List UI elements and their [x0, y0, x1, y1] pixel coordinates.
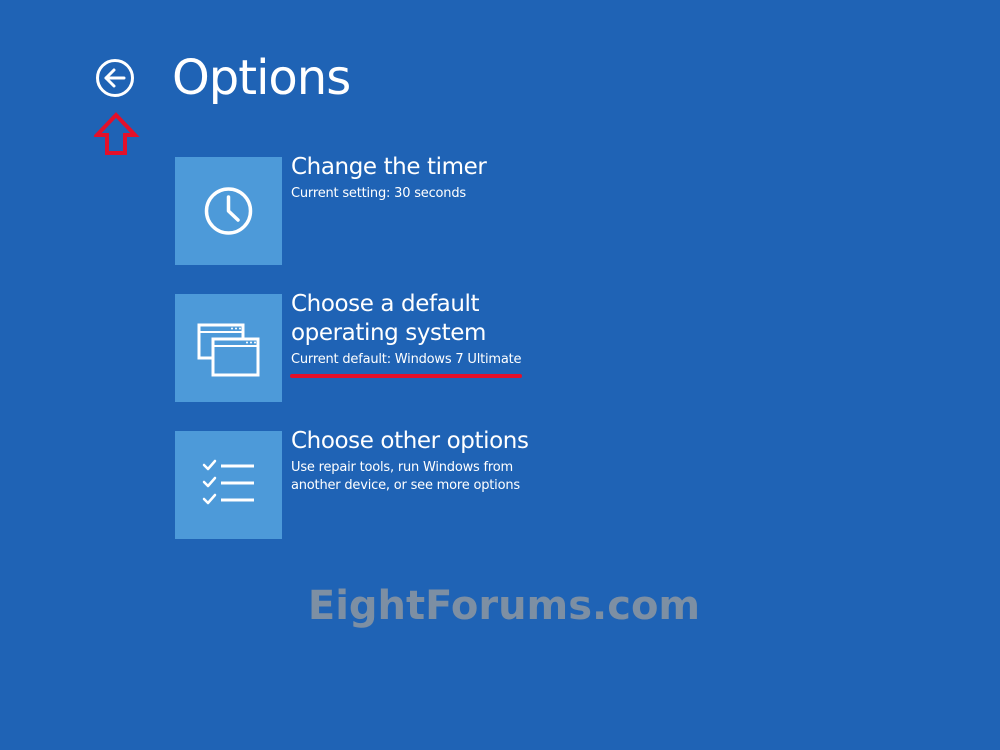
option-choose-default-os[interactable]: Choose a default operating system Curren…: [175, 291, 615, 402]
page-title: Options: [172, 50, 351, 106]
option-title: Choose other options: [291, 428, 529, 454]
option-subtitle: Use repair tools, run Windows from anoth…: [291, 459, 621, 495]
option-title: Change the timer: [291, 154, 487, 180]
option-subtitle: Current setting: 30 seconds: [291, 185, 621, 203]
option-subtitle-line: Current default: Windows 7 Ultimate: [291, 352, 522, 367]
back-arrow-circle-icon: [96, 59, 134, 97]
windows-stack-icon: [197, 323, 260, 377]
checklist-icon: [202, 459, 254, 505]
watermark: EightForums.com: [307, 583, 701, 629]
option-choose-other-options[interactable]: Choose other options Use repair tools, r…: [175, 428, 615, 539]
option-subtitle-line: another device, or see more options: [291, 478, 520, 493]
clock-icon: [204, 187, 253, 235]
back-button[interactable]: [95, 58, 135, 98]
red-up-arrow-icon: [94, 112, 140, 158]
option-tile: [175, 157, 282, 265]
option-title-line: operating system: [291, 320, 487, 346]
red-highlight-underline: [290, 374, 522, 378]
option-subtitle: Current default: Windows 7 Ultimate: [291, 351, 621, 369]
option-tile: [175, 431, 282, 539]
option-change-timer[interactable]: Change the timer Current setting: 30 sec…: [175, 154, 615, 265]
option-tile: [175, 294, 282, 402]
option-subtitle-line: Current setting: 30 seconds: [291, 186, 466, 201]
option-subtitle-line: Use repair tools, run Windows from: [291, 460, 514, 475]
option-title-line: Choose a default: [291, 291, 480, 317]
